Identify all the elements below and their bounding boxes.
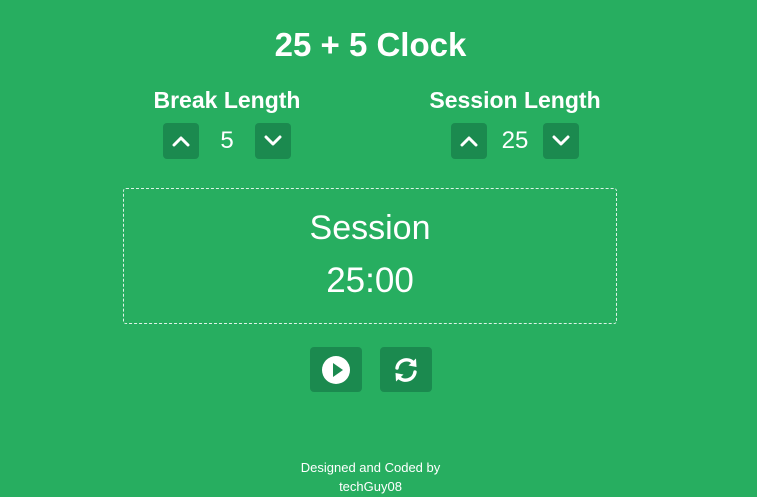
chevron-down-icon bbox=[264, 135, 282, 146]
timer-label: Session bbox=[309, 209, 431, 247]
break-decrement-button[interactable] bbox=[255, 123, 291, 159]
break-increment-button[interactable] bbox=[163, 123, 199, 159]
chevron-up-icon bbox=[460, 136, 478, 147]
refresh-icon bbox=[395, 357, 417, 382]
session-length-value: 25 bbox=[501, 127, 529, 154]
footer-author: techGuy08 bbox=[339, 479, 402, 494]
break-length-value: 5 bbox=[220, 127, 234, 154]
session-length-controls: 25 bbox=[395, 123, 635, 159]
session-length-panel: Session Length 25 bbox=[395, 84, 635, 159]
timer-display: Session 25:00 bbox=[123, 188, 617, 324]
break-length-panel: Break Length 5 bbox=[107, 84, 347, 159]
session-decrement-button[interactable] bbox=[543, 123, 579, 159]
session-increment-button[interactable] bbox=[451, 123, 487, 159]
reset-button[interactable] bbox=[380, 347, 432, 392]
timer-actions bbox=[310, 347, 432, 392]
start-stop-button[interactable] bbox=[310, 347, 362, 392]
break-length-controls: 5 bbox=[107, 123, 347, 159]
chevron-down-icon bbox=[552, 135, 570, 146]
page-title: 25 + 5 Clock bbox=[274, 26, 467, 63]
time-left: 25:00 bbox=[326, 261, 414, 300]
break-length-label: Break Length bbox=[153, 87, 301, 113]
session-length-label: Session Length bbox=[429, 87, 601, 113]
play-icon bbox=[322, 355, 350, 384]
chevron-up-icon bbox=[172, 136, 190, 147]
footer-credits: Designed and Coded by techGuy08 bbox=[0, 458, 741, 496]
footer-line: Designed and Coded by bbox=[300, 460, 441, 475]
